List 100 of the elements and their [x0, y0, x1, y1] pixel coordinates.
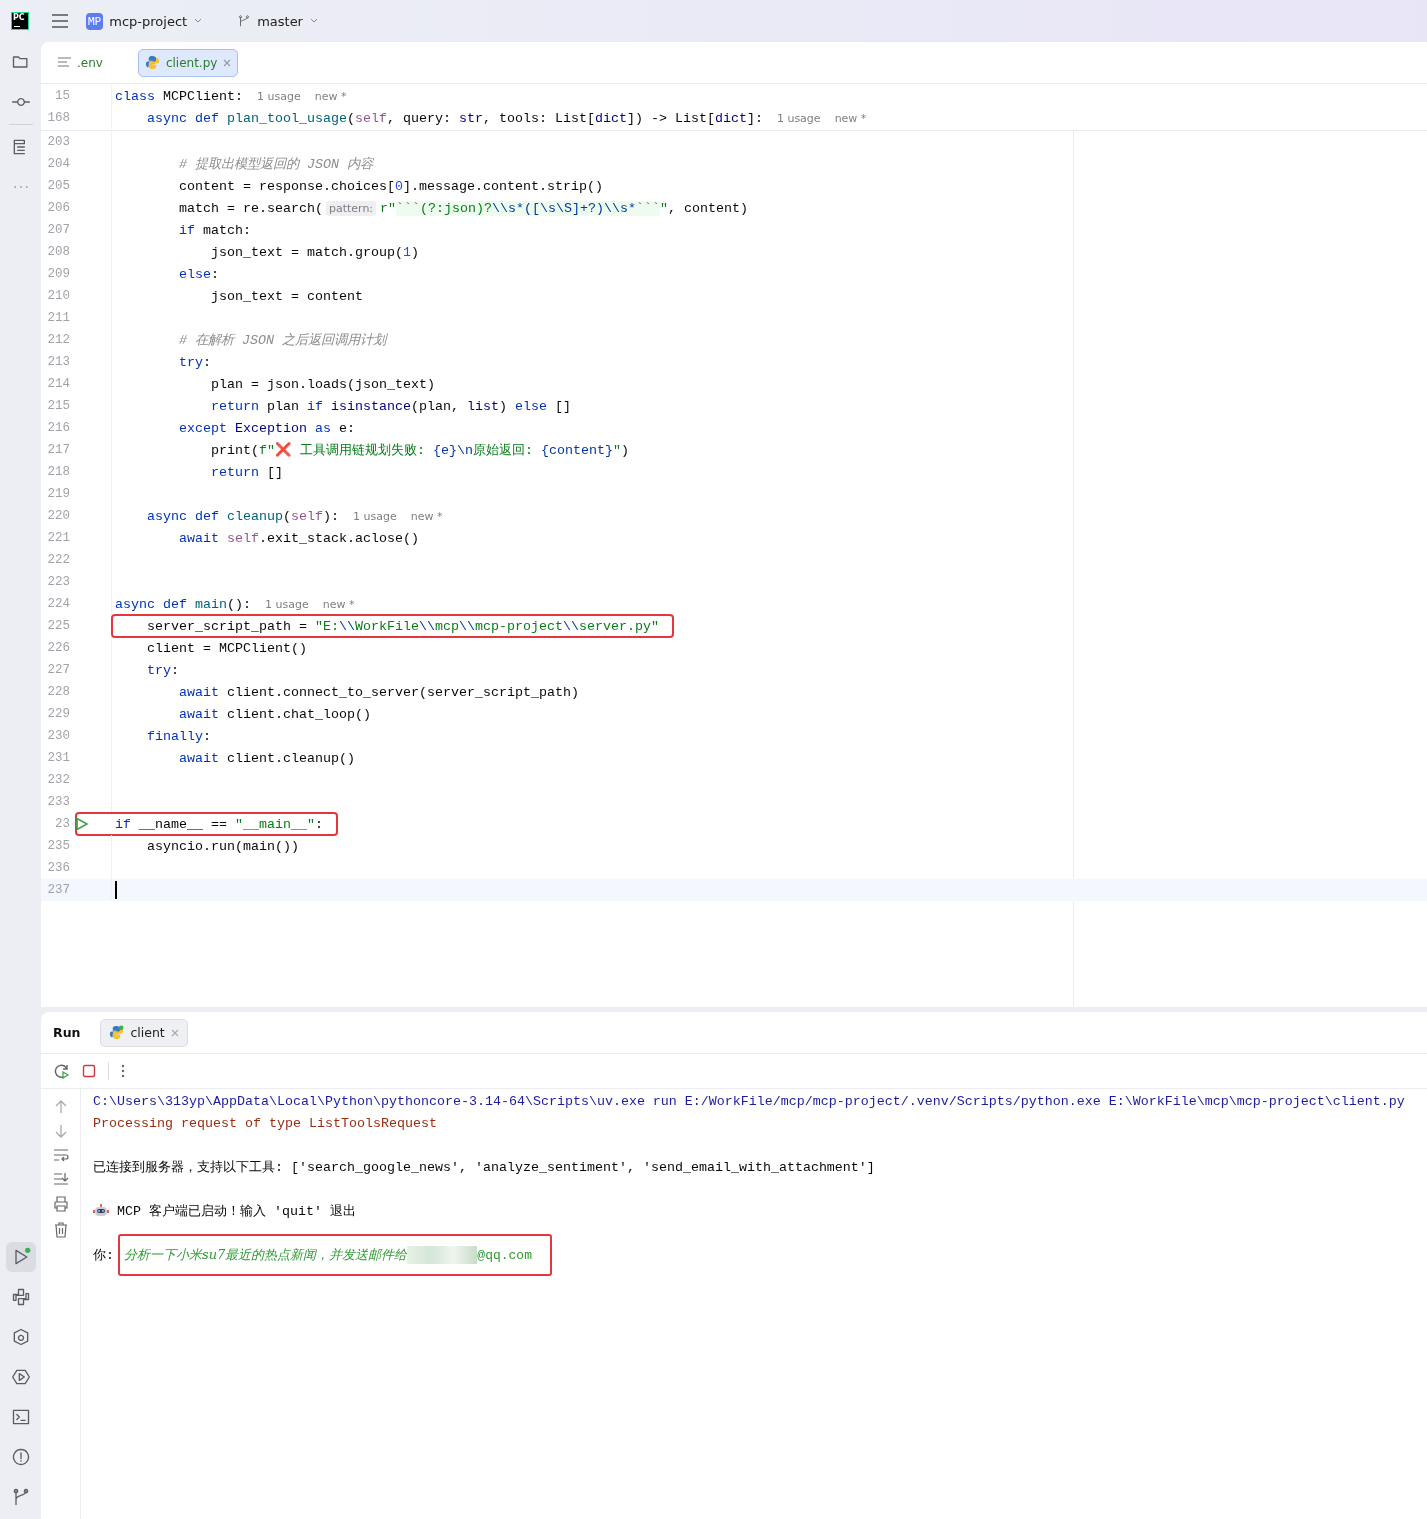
code-token: client.cleanup(): [225, 750, 355, 766]
code-token: :: [211, 266, 219, 282]
code-token: print(: [209, 442, 259, 458]
code-token: \\: [338, 618, 355, 634]
inlay-hint[interactable]: new *: [322, 597, 355, 611]
stop-icon[interactable]: [82, 1064, 96, 1078]
line-number: 223: [46, 575, 70, 589]
menu-icon[interactable]: [51, 14, 69, 28]
code-token: ): [410, 244, 419, 260]
input-text: @qq.com: [477, 1247, 532, 1263]
code-token: ].message.content.strip(): [402, 178, 603, 194]
project-selector[interactable]: MP mcp-project: [86, 12, 204, 30]
code-token: if: [178, 222, 195, 238]
line-number: 207: [46, 223, 70, 237]
line-number: 206: [46, 201, 70, 215]
line-number: 231: [46, 751, 70, 765]
line-number: 203: [46, 135, 70, 149]
line-number: 168: [46, 111, 70, 125]
python-icon: [109, 1025, 125, 1040]
inlay-hint[interactable]: 1 usage: [776, 111, 821, 125]
line-number: 236: [46, 861, 70, 875]
line-number: 218: [46, 465, 70, 479]
code-token: ]:: [746, 110, 763, 126]
line-number: 227: [46, 663, 70, 677]
input-prompt: 你:: [93, 1247, 114, 1264]
code-token: ():: [227, 596, 251, 612]
app-logo[interactable]: PC: [11, 12, 29, 30]
code-token: await: [178, 750, 219, 766]
code-token: client.connect_to_server(server_script_path): [225, 684, 579, 700]
printer-icon[interactable]: [52, 1196, 69, 1212]
inlay-hint[interactable]: 1 usage: [353, 509, 397, 523]
code-token: finally: [146, 728, 203, 744]
code-token: # 在解析 JSON 之后返回调用计划: [178, 332, 386, 349]
line-number: 204: [46, 157, 70, 171]
line-number: 23: [54, 817, 70, 831]
code-token: []: [553, 398, 571, 414]
code-token: 1: [402, 244, 411, 260]
more-icon[interactable]: [121, 1064, 125, 1078]
line-number: 235: [46, 839, 70, 853]
code-token: (: [346, 110, 355, 126]
code-token: except: [178, 420, 227, 436]
soft-wrap-icon[interactable]: [52, 1148, 69, 1162]
code-token: :: [314, 816, 323, 832]
code-token: \\: [458, 618, 475, 634]
code-token: __name__ ==: [138, 816, 228, 832]
code-token: ```: [636, 200, 661, 216]
inlay-hint[interactable]: new *: [314, 89, 347, 103]
code-token: cleanup: [225, 508, 283, 524]
inlay-hint[interactable]: new *: [410, 509, 443, 523]
code-token: self: [291, 508, 323, 524]
code-token: mcp: [434, 618, 459, 634]
file-tab[interactable]: client.py: [137, 48, 239, 77]
code-token: \\: [562, 618, 579, 634]
code-token: ): [620, 442, 629, 458]
code-token: await: [178, 530, 219, 546]
line-number: 211: [46, 311, 70, 325]
code-token: 原始返回:: [472, 442, 534, 459]
trash-icon[interactable]: [53, 1222, 68, 1238]
code-token: dict: [714, 110, 747, 126]
scroll-to-end-icon[interactable]: [52, 1172, 69, 1186]
panel-title: Run: [53, 1025, 81, 1040]
code-token: list: [466, 398, 499, 414]
code-token: plan: [265, 398, 300, 414]
code-token: await: [178, 684, 219, 700]
python-icon: [144, 55, 160, 70]
code-token: server.py": [578, 618, 659, 634]
line-number: 233: [46, 795, 70, 809]
robot-icon: [93, 1204, 109, 1218]
code-token: 工具调用链规划失败:: [298, 442, 426, 459]
code-token: if: [306, 398, 323, 414]
line-number: 228: [46, 685, 70, 699]
line-number: 232: [46, 773, 70, 787]
line-number: 208: [46, 245, 70, 259]
line-number: 237: [46, 883, 70, 897]
code-token: json_text = match.group(: [209, 244, 403, 260]
run-tab[interactable]: client: [100, 1018, 188, 1047]
input-text: 分析一下小米su7最近的热点新闻，并发送邮件给: [124, 1246, 408, 1264]
code-token: async def: [146, 508, 219, 524]
inlay-hint[interactable]: 1 usage: [265, 597, 309, 611]
inlay-hint[interactable]: new *: [834, 111, 867, 125]
code-token: 0: [394, 178, 403, 194]
code-token: if: [115, 816, 131, 832]
line-number: 217: [46, 443, 70, 457]
code-token: , content): [668, 200, 748, 216]
inlay-hint[interactable]: 1 usage: [257, 89, 301, 103]
code-token: []: [265, 464, 283, 480]
file-tab[interactable]: .env: [51, 48, 110, 77]
line-number: 225: [46, 619, 70, 633]
code-token: async def: [146, 110, 219, 126]
console-line: 已连接到服务器，支持以下工具: ['search_google_news', 'analyze_sentiment', 'send_email_with_attachment']: [93, 1159, 875, 1176]
line-number: 230: [46, 729, 70, 743]
code-token: match:: [201, 222, 251, 238]
branch-selector[interactable]: master: [237, 13, 319, 29]
rerun-icon[interactable]: [54, 1063, 70, 1079]
code-token: match = re.search(: [178, 200, 323, 216]
code-token: Exception: [233, 420, 307, 436]
code-token: WorkFile: [354, 618, 419, 634]
run-icon[interactable]: [5, 1242, 36, 1272]
code-token: "__main__": [235, 816, 315, 832]
run-icon[interactable]: [75, 817, 89, 831]
